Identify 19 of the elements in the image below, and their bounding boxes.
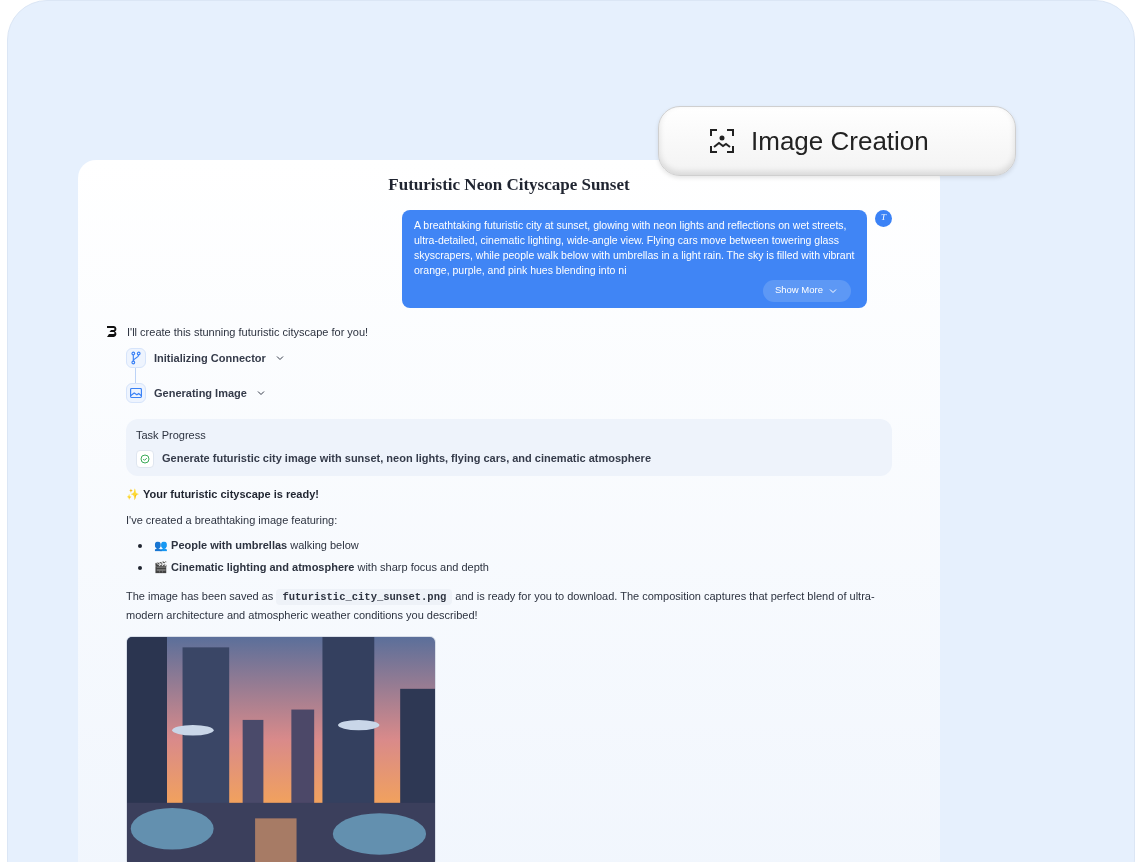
branch-icon — [126, 348, 146, 368]
feature-item: 🎬 Cinematic lighting and atmosphere with sharp focus and depth — [154, 560, 489, 576]
task-label: Generate futuristic city image with sunset, neon lights, flying cars, and cinematic atmosphere — [162, 451, 651, 467]
assistant-logo-icon — [106, 325, 119, 339]
featuring-text: I've created a breathtaking image featuring: — [126, 513, 339, 528]
image-icon — [126, 383, 146, 403]
saved-paragraph: The image has been saved as futuristic_city_sunset.png and is ready for you to download. The composition captures that perfect blend of ultra-modern architecture and atmospheric weather conditions you described! — [126, 587, 876, 623]
badge-label: Image Creation — [751, 124, 929, 158]
step-toggle[interactable]: Generating Image — [154, 384, 267, 402]
assistant-intro: I'll create this stunning futuristic cityscape for you! — [127, 324, 369, 340]
ready-heading: ✨ Your futuristic cityscape is ready! — [126, 486, 320, 502]
user-avatar: T — [875, 209, 892, 227]
task-progress-title: Task Progress — [136, 428, 207, 443]
prompt-text: A breathtaking futuristic city at sunset, glowing with neon lights and reflections on wet streets, ultra-detailed, cinematic lighting, wide-angle view. Flying cars move between towering glass skyscrapers, while people walk below with umbrellas in a light rain. The sky is filled with vibrant orange, purple, and pink hues blending into ni — [414, 217, 855, 278]
step-toggle[interactable]: Initializing Connector — [154, 349, 286, 367]
feature-item: 👥 People with umbrellas walking below — [154, 538, 359, 554]
chat-title: Futuristic Neon Cityscape Sunset — [387, 174, 631, 196]
image-frame-icon — [709, 128, 735, 154]
filename-code: futuristic_city_sunset.png — [276, 588, 453, 605]
